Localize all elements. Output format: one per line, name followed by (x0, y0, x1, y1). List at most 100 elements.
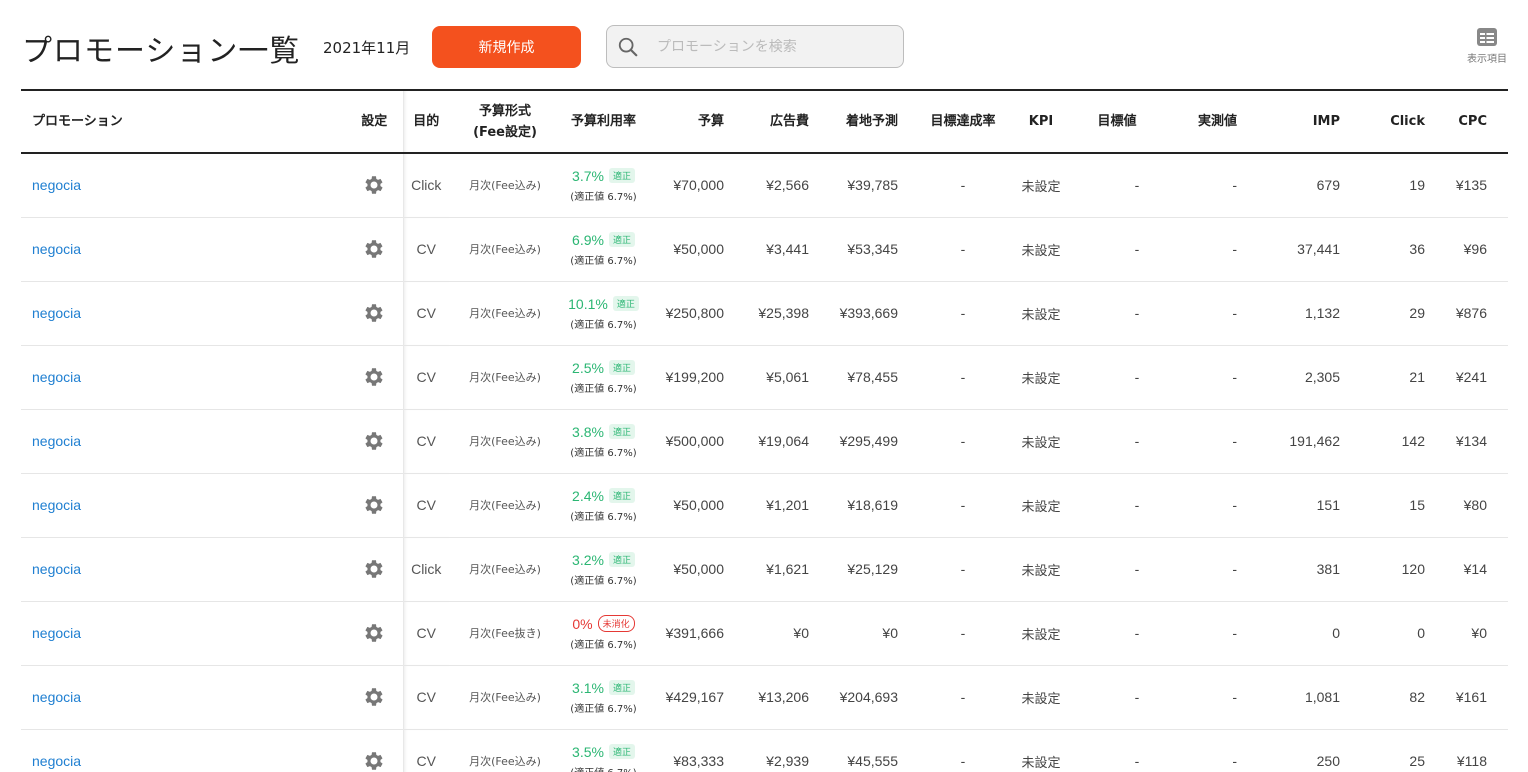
table-row: negocia CV 月次(Fee込み) 2.4% 適正 (適正値 6.7%) ¥50,00… (21, 473, 1508, 537)
target-value-cell: - (1134, 625, 1140, 641)
budget-cell: ¥250,800 (665, 305, 724, 321)
budget-form-cell: 月次(Fee込み) (469, 691, 541, 704)
col-promotion[interactable]: プロモーション (21, 90, 346, 153)
target-value-cell: - (1134, 433, 1140, 449)
promotion-link[interactable]: negocia (32, 305, 81, 321)
forecast-cell: ¥78,455 (847, 369, 898, 385)
table-body: negocia Click 月次(Fee込み) 3.7% 適正 (適正値 6.7%) ¥70… (21, 153, 1508, 772)
col-landing-forecast[interactable]: 着地予測 (823, 90, 912, 153)
forecast-cell: ¥295,499 (839, 433, 898, 449)
ad-cost-cell: ¥1,201 (766, 497, 809, 513)
gear-icon[interactable] (362, 237, 386, 261)
budget-cell: ¥50,000 (673, 497, 724, 513)
achievement-cell: - (960, 753, 966, 769)
col-click[interactable]: Click (1354, 90, 1439, 153)
rate-proper-value: (適正値 6.7%) (570, 511, 637, 523)
budget-rate-cell: 3.5% 適正 (適正値 6.7%) (561, 729, 646, 772)
col-budget[interactable]: 予算 (646, 90, 738, 153)
promotion-cell: negocia (21, 345, 346, 409)
rate-proper-value: (適正値 6.7%) (570, 255, 637, 267)
col-kpi[interactable]: KPI (1014, 90, 1068, 153)
rate-value: 3.7% (572, 167, 604, 184)
gear-icon[interactable] (362, 685, 386, 709)
rate-line: 2.4% 適正 (561, 488, 646, 504)
promotion-link[interactable]: negocia (32, 689, 81, 705)
col-imp[interactable]: IMP (1251, 90, 1354, 153)
actual-value-cell: - (1232, 369, 1237, 385)
status-badge: 適正 (612, 296, 639, 311)
month-label: 2021年11月 (323, 39, 411, 57)
actual-value-cell: - (1232, 177, 1237, 194)
promotion-link[interactable]: negocia (32, 561, 81, 577)
promotion-link[interactable]: negocia (32, 497, 81, 513)
click-cell: 21 (1409, 369, 1425, 385)
cpc-cell: ¥876 (1455, 305, 1487, 321)
col-cpc[interactable]: CPC (1439, 90, 1508, 153)
col-actual-value[interactable]: 実測値 (1166, 90, 1251, 153)
gear-icon[interactable] (362, 365, 386, 389)
search-input[interactable] (657, 38, 887, 55)
budget-cell: ¥391,666 (665, 625, 724, 641)
gear-icon[interactable] (362, 621, 386, 645)
purpose-cell: Click (402, 153, 449, 217)
cpc-cell: ¥135 (1455, 177, 1487, 194)
col-purpose[interactable]: 目的 (402, 90, 449, 153)
gear-icon[interactable] (362, 429, 386, 453)
col-budget-form[interactable]: 予算形式 (Fee設定) (449, 90, 561, 153)
promotion-link[interactable]: negocia (32, 241, 81, 257)
click-cell: 29 (1409, 305, 1425, 321)
gear-icon[interactable] (362, 557, 386, 581)
search-icon (618, 37, 638, 56)
settings-cell (346, 281, 403, 345)
gear-icon[interactable] (362, 301, 386, 325)
budget-rate-cell: 3.7% 適正 (適正値 6.7%) (561, 153, 646, 217)
purpose-cell: CV (402, 217, 449, 281)
settings-cell (346, 345, 403, 409)
promotion-link[interactable]: negocia (32, 369, 81, 385)
budget-cell: ¥199,200 (665, 369, 724, 385)
table-row: negocia CV 月次(Fee込み) 6.9% 適正 (適正値 6.7%) ¥50,00… (21, 217, 1508, 281)
forecast-cell: ¥0 (882, 625, 898, 641)
forecast-cell: ¥18,619 (847, 497, 898, 513)
promotion-cell: negocia (21, 665, 346, 729)
display-items-button[interactable]: 表示項目 (1462, 27, 1512, 67)
table-row: negocia CV 月次(Fee込み) 3.5% 適正 (適正値 6.7%) ¥83,33… (21, 729, 1508, 772)
col-target-value[interactable]: 目標値 (1068, 90, 1166, 153)
budget-cell: ¥83,333 (673, 753, 724, 769)
gear-icon[interactable] (362, 493, 386, 517)
status-badge: 適正 (608, 488, 635, 503)
gear-icon[interactable] (362, 749, 386, 772)
achievement-cell: - (960, 369, 966, 385)
col-budget-rate[interactable]: 予算利用率 (561, 90, 646, 153)
rate-line: 10.1% 適正 (561, 296, 646, 312)
click-cell: 25 (1409, 753, 1425, 769)
table-row: negocia CV 月次(Fee込み) 2.5% 適正 (適正値 6.7%) ¥199,2… (21, 345, 1508, 409)
budget-rate-cell: 0% 未消化 (適正値 6.7%) (561, 601, 646, 665)
col-ad-cost[interactable]: 広告費 (738, 90, 823, 153)
display-items-label: 表示項目 (1467, 54, 1507, 65)
target-value-cell: - (1134, 497, 1140, 513)
col-target-achievement[interactable]: 目標達成率 (912, 90, 1014, 153)
kpi-cell: 未設定 (1021, 691, 1061, 707)
click-cell: 120 (1401, 561, 1425, 577)
promotion-link[interactable]: negocia (32, 625, 81, 641)
gear-icon[interactable] (362, 173, 386, 197)
settings-cell (346, 601, 403, 665)
forecast-cell: ¥39,785 (847, 177, 898, 194)
promotion-link[interactable]: negocia (32, 433, 81, 449)
new-promotion-button[interactable]: 新規作成 (432, 26, 581, 68)
achievement-cell: - (960, 561, 966, 577)
table-row: negocia CV 月次(Fee込み) 3.8% 適正 (適正値 6.7%) ¥500,0… (21, 409, 1508, 473)
imp-cell: 381 (1316, 561, 1340, 577)
kpi-cell: 未設定 (1021, 243, 1061, 259)
imp-cell: 2,305 (1304, 369, 1340, 385)
promotion-link[interactable]: negocia (32, 753, 81, 769)
settings-cell (346, 217, 403, 281)
search-box[interactable] (606, 25, 904, 68)
promotion-link[interactable]: negocia (32, 177, 81, 193)
imp-cell: 250 (1316, 753, 1340, 769)
promotion-cell: negocia (21, 537, 346, 601)
rate-line: 3.7% 適正 (561, 168, 646, 184)
click-cell: 15 (1409, 497, 1425, 513)
settings-cell (346, 153, 403, 217)
